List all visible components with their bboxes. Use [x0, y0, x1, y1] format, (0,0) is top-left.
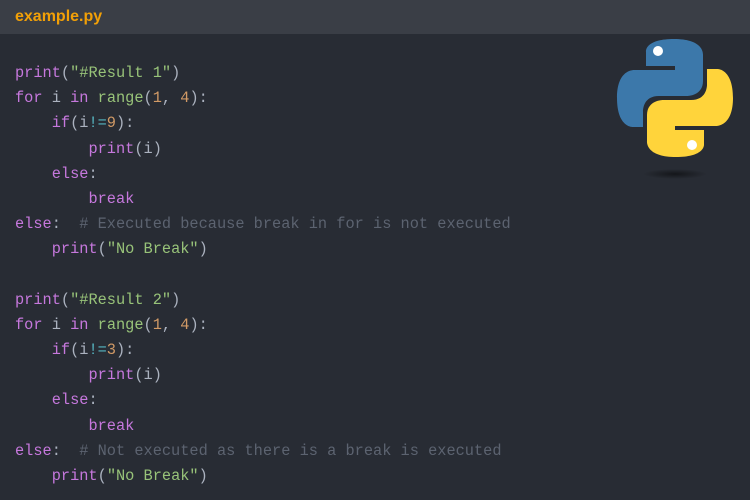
code-token-p: ) — [198, 240, 208, 259]
code-token-p: (i) — [134, 366, 162, 385]
code-token-str: "#Result 1" — [70, 64, 172, 82]
code-token-kw: if — [51, 114, 71, 133]
code-token-p: ): — [115, 114, 135, 133]
code-token-op: != — [88, 114, 107, 133]
code-token-kw: in — [70, 89, 89, 108]
code-token-p: (i — [70, 114, 89, 133]
code-token-p — [15, 467, 52, 485]
code-token-p: ( — [97, 467, 107, 485]
code-token-fn: print — [51, 467, 98, 485]
code-line: print("No Break") — [15, 237, 511, 262]
code-line: if(i!=3): — [15, 338, 511, 363]
code-token-num: 3 — [106, 341, 116, 360]
code-token-str: "No Break" — [106, 467, 199, 485]
code-line: break — [15, 414, 511, 439]
code-token-p: ( — [60, 64, 71, 82]
code-token-p — [88, 316, 97, 334]
code-token-fn: print — [15, 64, 61, 82]
code-token-fn: print — [88, 139, 135, 158]
code-token-p: i — [42, 315, 71, 334]
code-token-kw: in — [70, 315, 89, 334]
code-token-p: ( — [143, 89, 153, 108]
code-token-p — [15, 240, 52, 258]
code-token-bi: range — [97, 89, 144, 108]
code-line: for i in range(1, 4): — [15, 313, 511, 338]
code-line: print("#Result 1") — [15, 61, 511, 86]
code-token-p: ): — [115, 341, 135, 360]
code-block: print("#Result 1") for i in range(1, 4): … — [15, 61, 511, 489]
code-line: print("#Result 2") — [15, 288, 511, 313]
code-token-fn: print — [51, 240, 98, 259]
code-line: break — [15, 187, 511, 212]
code-token-num: 1 — [152, 315, 162, 334]
code-line: else: # Not executed as there is a break… — [15, 439, 511, 464]
code-token-p: (i) — [134, 139, 162, 158]
code-token-str: "#Result 2" — [70, 290, 172, 309]
code-token-p: ): — [189, 89, 208, 108]
code-token-p: ): — [189, 315, 208, 334]
code-token-p — [15, 114, 52, 132]
code-token-kw: else — [51, 164, 89, 183]
code-token-p: : — [88, 164, 98, 183]
code-token-kw: break — [88, 416, 135, 435]
code-token-kw: else — [15, 215, 52, 234]
code-token-p: ( — [60, 290, 71, 309]
code-token-fn: print — [15, 290, 61, 309]
code-token-p — [15, 140, 88, 158]
python-logo-icon — [612, 36, 738, 191]
code-token-fn: print — [88, 366, 135, 385]
file-header: example.py — [0, 0, 750, 34]
code-token-num: 1 — [152, 89, 162, 108]
file-name: example.py — [15, 8, 103, 25]
code-token-kw: for — [15, 89, 43, 108]
code-token-p: ) — [171, 64, 181, 82]
code-token-p: (i — [70, 341, 89, 360]
code-line: else: # Executed because break in for is… — [15, 212, 511, 237]
code-token-p: ) — [198, 467, 208, 485]
code-line: print(i) — [15, 137, 511, 162]
code-token-p: : — [88, 391, 98, 410]
code-token-p — [15, 190, 88, 208]
code-line: if(i!=9): — [15, 111, 511, 136]
code-token-p: i — [42, 89, 71, 108]
code-line: print("No Break") — [15, 464, 511, 489]
code-line: else: — [15, 388, 511, 413]
code-token-kw: for — [15, 315, 43, 334]
code-line: print(i) — [15, 363, 511, 388]
code-token-p — [15, 341, 52, 359]
code-token-op: != — [88, 341, 107, 360]
code-token-p: ( — [143, 315, 153, 334]
code-token-p — [15, 165, 52, 183]
code-token-p — [15, 391, 52, 409]
code-token-kw: if — [51, 341, 71, 360]
code-token-kw: else — [51, 391, 89, 410]
code-token-str: "No Break" — [106, 240, 199, 259]
code-token-p: , — [161, 89, 181, 108]
code-token-p — [15, 417, 88, 435]
code-token-cm: # Executed because break in for is not e… — [79, 215, 511, 234]
code-token-p: , — [161, 315, 181, 334]
code-line: else: — [15, 162, 511, 187]
code-token-cm: # Not executed as there is a break is ex… — [79, 441, 502, 460]
code-token-p: : — [51, 441, 80, 460]
code-token-p — [15, 366, 88, 384]
code-token-p: ( — [97, 240, 107, 259]
code-line: for i in range(1, 4): — [15, 86, 511, 111]
code-token-num: 9 — [106, 114, 116, 133]
code-token-kw: else — [15, 441, 52, 460]
code-token-p: : — [51, 215, 80, 234]
code-token-p — [88, 89, 97, 107]
code-token-kw: break — [88, 189, 135, 208]
code-token-bi: range — [97, 315, 144, 334]
code-token-p: ) — [171, 290, 181, 309]
